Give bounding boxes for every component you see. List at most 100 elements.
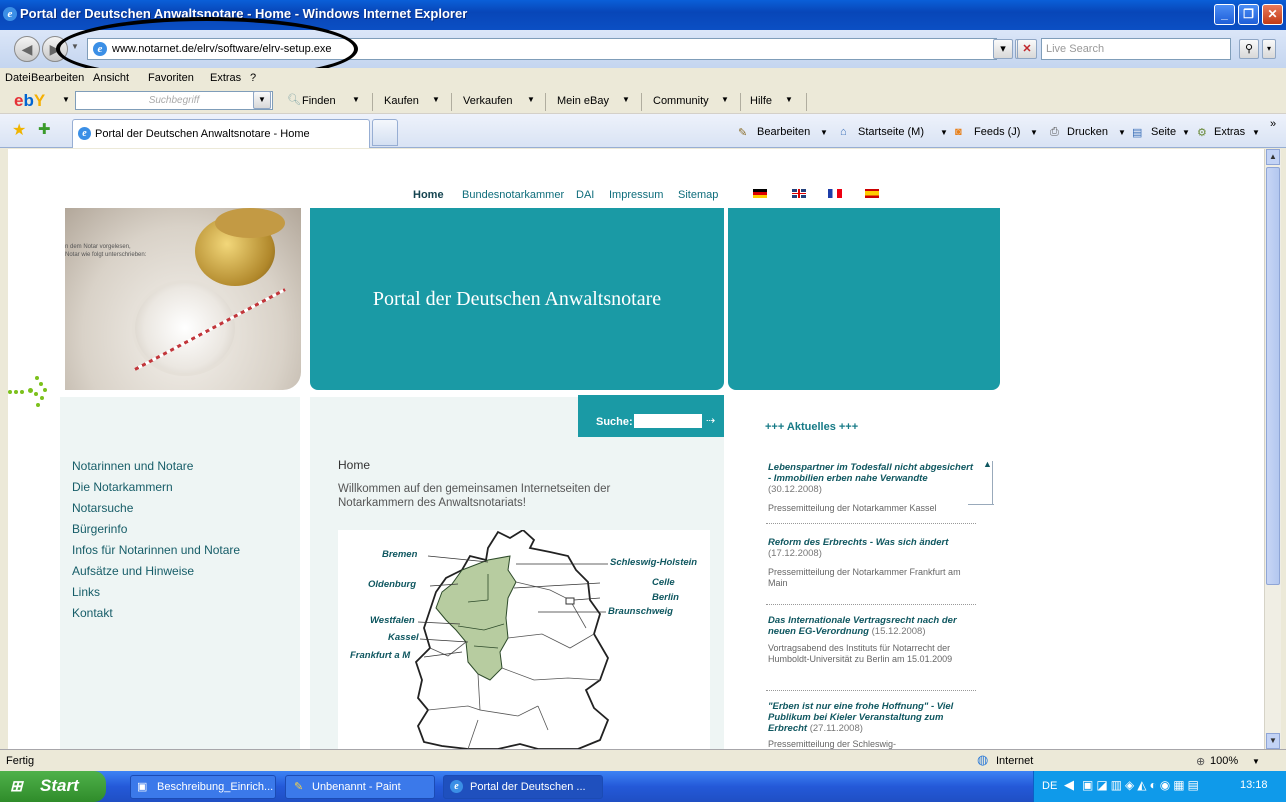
ebay-menu-icon[interactable]: ▼	[62, 95, 70, 104]
chevron-down-icon[interactable]: ▼	[1252, 128, 1260, 137]
site-search-input[interactable]	[634, 414, 702, 428]
map-label-schleswig-holstein[interactable]: Schleswig-Holstein	[610, 557, 697, 568]
ebay-logo[interactable]: ebY	[14, 91, 45, 111]
maximize-button[interactable]: ❐	[1238, 4, 1259, 25]
cmd-startseite[interactable]: Startseite (M)	[858, 126, 924, 138]
menu-extras[interactable]: Extras	[210, 72, 241, 84]
vertical-scrollbar[interactable]: ▲ ▼	[1264, 149, 1281, 749]
ebay-finden[interactable]: Finden	[302, 95, 336, 107]
overflow-chevron-icon[interactable]: »	[1270, 118, 1276, 130]
add-favorites-icon[interactable]: ✚	[38, 120, 51, 138]
language-indicator[interactable]: DE	[1042, 780, 1057, 792]
back-button[interactable]: ◀	[14, 36, 40, 62]
chevron-down-icon[interactable]: ▼	[820, 128, 828, 137]
scroll-down-icon[interactable]: ▼	[1266, 733, 1280, 749]
news-item-title[interactable]: Das Internationale Vertragsrecht nach de…	[768, 615, 973, 637]
nav-buergerinfo[interactable]: Bürgerinfo	[72, 522, 127, 536]
cmd-feeds[interactable]: Feeds (J)	[974, 126, 1020, 138]
close-button[interactable]: ✕	[1262, 4, 1283, 25]
news-scroll-up-icon[interactable]: ▲	[983, 459, 992, 469]
task-beschreibung[interactable]: ▣ Beschreibung_Einrich...	[130, 775, 276, 799]
nav-notarkammern[interactable]: Die Notarkammern	[72, 480, 173, 494]
ebay-search-input[interactable]: Suchbegriff	[75, 91, 273, 110]
ebay-search-dropdown-icon[interactable]: ▼	[253, 91, 271, 109]
tray-icons[interactable]: ▣◪▥◈◭◐◉▦▤	[1082, 778, 1202, 792]
nav-impressum[interactable]: Impressum	[609, 189, 663, 201]
ebay-verkaufen[interactable]: Verkaufen	[463, 95, 513, 107]
menu-bearbeiten[interactable]: Bearbeiten	[31, 72, 84, 84]
search-icon[interactable]: ⚲	[1239, 39, 1259, 59]
minimize-button[interactable]: _	[1214, 4, 1235, 25]
nav-aufsaetze[interactable]: Aufsätze und Hinweise	[72, 564, 194, 578]
task-ie[interactable]: e Portal der Deutschen ...	[443, 775, 603, 799]
nav-notarinnen[interactable]: Notarinnen und Notare	[72, 459, 193, 473]
chevron-down-icon[interactable]: ▼	[721, 95, 729, 104]
chevron-down-icon[interactable]: ▼	[432, 95, 440, 104]
nav-bundesnotarkammer[interactable]: Bundesnotarkammer	[462, 189, 564, 201]
menu-ansicht[interactable]: Ansicht	[93, 72, 129, 84]
cmd-extras[interactable]: Extras	[1214, 126, 1245, 138]
chevron-down-icon[interactable]: ▼	[940, 128, 948, 137]
flag-fr-icon[interactable]	[828, 189, 842, 198]
flag-uk-icon[interactable]	[792, 189, 806, 198]
favorites-star-icon[interactable]: ★	[12, 120, 26, 140]
nav-kontakt[interactable]: Kontakt	[72, 606, 113, 620]
chevron-down-icon[interactable]: ▼	[1118, 128, 1126, 137]
chevron-down-icon[interactable]: ▼	[1030, 128, 1038, 137]
news-item-title[interactable]: "Erben ist nur eine frohe Hoffnung" - Vi…	[768, 701, 973, 734]
map-label-kassel[interactable]: Kassel	[388, 632, 419, 643]
chevron-down-icon[interactable]: ▼	[785, 95, 793, 104]
menu-favoriten[interactable]: Favoriten	[148, 72, 194, 84]
live-search-input[interactable]: Live Search	[1041, 38, 1231, 60]
chevron-down-icon[interactable]: ▼	[352, 95, 360, 104]
ebay-community[interactable]: Community	[653, 95, 709, 107]
header-banner-right	[728, 208, 1000, 390]
ebay-mein-ebay[interactable]: Mein eBay	[557, 95, 609, 107]
ebay-hilfe[interactable]: Hilfe	[750, 95, 772, 107]
nav-home[interactable]: Home	[413, 189, 444, 201]
menu-datei[interactable]: Datei	[5, 72, 31, 84]
address-dropdown-icon[interactable]: ▾	[993, 39, 1013, 59]
nav-infos[interactable]: Infos für Notarinnen und Notare	[72, 543, 240, 557]
chevron-down-icon[interactable]: ▼	[1252, 757, 1260, 766]
map-label-westfalen[interactable]: Westfalen	[370, 615, 415, 626]
chevron-down-icon[interactable]: ▼	[527, 95, 535, 104]
task-paint[interactable]: ✎ Unbenannt - Paint	[285, 775, 435, 799]
map-label-oldenburg[interactable]: Oldenburg	[368, 579, 416, 590]
news-item-title[interactable]: Reform des Erbrechts - Was sich ändert (1…	[768, 537, 973, 559]
search-go-arrow-icon[interactable]: ⇢	[706, 414, 715, 427]
search-options-icon[interactable]: ▾	[1262, 39, 1276, 59]
chevron-down-icon[interactable]: ▼	[622, 95, 630, 104]
news-item-title[interactable]: Lebenspartner im Todesfall nicht abgesic…	[768, 462, 973, 495]
scroll-up-icon[interactable]: ▲	[1266, 149, 1280, 165]
nav-sitemap[interactable]: Sitemap	[678, 189, 718, 201]
map-label-celle[interactable]: Celle	[652, 577, 675, 588]
zoom-level[interactable]: 100%	[1210, 755, 1238, 767]
stop-icon[interactable]: ✕	[1017, 39, 1037, 59]
nav-links[interactable]: Links	[72, 585, 100, 599]
new-tab-button[interactable]	[372, 119, 398, 146]
nav-dai[interactable]: DAI	[576, 189, 594, 201]
map-label-berlin[interactable]: Berlin	[652, 592, 679, 603]
nav-notarsuche[interactable]: Notarsuche	[72, 501, 133, 515]
tray-expand-icon[interactable]: ◀	[1064, 777, 1074, 793]
germany-map[interactable]: Bremen Oldenburg Westfalen Kassel Frankf…	[338, 530, 710, 749]
ebay-kaufen[interactable]: Kaufen	[384, 95, 419, 107]
tab-portal[interactable]: e Portal der Deutschen Anwaltsnotare - H…	[72, 119, 370, 148]
chevron-down-icon[interactable]: ▼	[1182, 128, 1190, 137]
news-title-text[interactable]: Reform des Erbrechts - Was sich ändert	[768, 537, 948, 548]
cmd-seite[interactable]: Seite	[1151, 126, 1176, 138]
map-label-bremen[interactable]: Bremen	[382, 549, 417, 560]
start-button[interactable]: ⊞ Start	[0, 771, 106, 802]
cmd-drucken[interactable]: Drucken	[1067, 126, 1108, 138]
map-label-frankfurt[interactable]: Frankfurt a M	[350, 650, 410, 661]
cmd-bearbeiten[interactable]: Bearbeiten	[757, 126, 810, 138]
flag-de-icon[interactable]	[753, 189, 767, 198]
map-label-braunschweig[interactable]: Braunschweig	[608, 606, 673, 617]
news-date: (15.12.2008)	[871, 626, 926, 637]
scroll-thumb[interactable]	[1266, 167, 1280, 585]
menu-help[interactable]: ?	[250, 72, 256, 84]
flag-es-icon[interactable]	[865, 189, 879, 198]
news-title-text[interactable]: Das Internationale Vertragsrecht nach de…	[768, 615, 957, 637]
news-title-text[interactable]: Lebenspartner im Todesfall nicht abgesic…	[768, 462, 973, 484]
